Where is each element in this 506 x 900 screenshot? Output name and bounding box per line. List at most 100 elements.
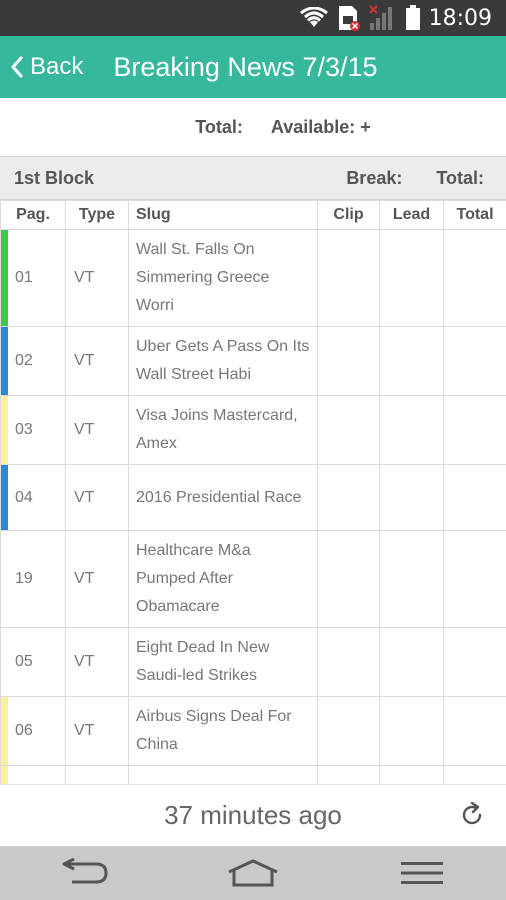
cell-slug: Uber Gets A Pass On Its Wall Street Habi — [128, 326, 318, 396]
cell-pag: 05 — [0, 627, 66, 697]
pag-value: 03 — [15, 421, 33, 438]
status-stripe — [1, 697, 8, 765]
status-stripe — [1, 230, 8, 326]
table-row[interactable]: 19 VT Healthcare M&a Pumped After Obamacar… — [0, 530, 506, 628]
cell-type: VT — [65, 530, 129, 628]
cell-type: VT — [65, 229, 129, 327]
cell-lead — [379, 530, 444, 628]
nav-home-button[interactable] — [203, 846, 303, 900]
cell-type: VT — [65, 464, 129, 531]
table-row[interactable]: 02 VT Uber Gets A Pass On Its Wall Street … — [0, 326, 506, 396]
cell-pag: 07 — [0, 765, 66, 784]
cell-pag: 02 — [0, 326, 66, 396]
status-stripe — [1, 465, 8, 530]
footer: 37 minutes ago — [0, 784, 506, 846]
totals-summary: Total: Available: + — [0, 98, 506, 156]
pag-value: 01 — [15, 269, 33, 286]
cell-lead — [379, 326, 444, 396]
total-label: Total: — [195, 116, 243, 137]
refresh-icon[interactable] — [458, 801, 486, 829]
column-header-clip: Clip — [317, 200, 380, 230]
block-total-label: Total: — [436, 167, 484, 188]
table-row[interactable]: 05 VT Eight Dead In New Saudi-led Strikes — [0, 627, 506, 697]
cell-clip — [317, 696, 380, 766]
table-row[interactable]: 04 VT 2016 Presidential Race — [0, 464, 506, 531]
cell-clip — [317, 627, 380, 697]
column-header-lead: Lead — [379, 200, 444, 230]
cell-total — [443, 627, 506, 697]
cell-slug: Wall St. Falls On Simmering Greece Worri — [128, 229, 318, 327]
clock: 18:09 — [428, 5, 492, 31]
nav-menu-button[interactable] — [372, 846, 472, 900]
cell-total — [443, 464, 506, 531]
cell-total — [443, 530, 506, 628]
sim-icon — [338, 6, 360, 31]
cell-clip — [317, 765, 380, 784]
wifi-icon — [299, 7, 328, 27]
available-label: Available: + — [270, 116, 371, 137]
cell-clip — [317, 530, 380, 628]
cell-type: VT — [65, 765, 129, 784]
pag-value: 02 — [15, 352, 33, 369]
cell-clip — [317, 464, 380, 531]
back-label: Back — [30, 53, 84, 80]
cell-slug: Brazil Investigates 15 — [128, 765, 318, 784]
pag-value: 19 — [15, 570, 33, 587]
cell-clip — [317, 229, 380, 327]
signal-icon — [368, 5, 392, 30]
cell-pag: 19 — [0, 530, 66, 628]
app-bar: Back Breaking News 7/3/15 — [0, 36, 506, 98]
rundown-table-container[interactable]: Pag. Type Slug Clip Lead Total 01 VT Wall … — [0, 200, 506, 784]
table-row[interactable]: 07VTBrazil Investigates 15 — [0, 765, 506, 784]
back-button[interactable]: Back — [0, 36, 83, 98]
last-updated-text: 37 minutes ago — [164, 800, 342, 830]
cell-lead — [379, 395, 444, 465]
cell-lead — [379, 229, 444, 327]
cell-pag: 04 — [0, 464, 66, 531]
cell-clip — [317, 395, 380, 465]
cell-slug: Airbus Signs Deal For China — [128, 696, 318, 766]
block-name: 1st Block — [14, 167, 95, 188]
cell-clip — [317, 326, 380, 396]
battery-icon — [405, 5, 420, 30]
block-header[interactable]: 1st Block Break: Total: — [0, 156, 506, 200]
table-row[interactable]: 01 VT Wall St. Falls On Simmering Greece W… — [0, 229, 506, 327]
cell-slug: Healthcare M&a Pumped After Obamacare — [128, 530, 318, 628]
cell-total — [443, 395, 506, 465]
column-header-slug: Slug — [128, 200, 318, 230]
cell-type: VT — [65, 696, 129, 766]
status-stripe — [1, 396, 8, 464]
rundown-table: Pag. Type Slug Clip Lead Total 01 VT Wall … — [0, 200, 506, 784]
chevron-left-icon — [11, 56, 23, 78]
cell-type: VT — [65, 627, 129, 697]
cell-lead — [379, 696, 444, 766]
status-stripe — [1, 327, 8, 395]
block-break-label: Break: — [346, 167, 403, 188]
column-header-pag: Pag. — [0, 200, 66, 230]
menu-nav-icon — [400, 862, 443, 884]
pag-value: 05 — [15, 653, 33, 670]
cell-total — [443, 229, 506, 327]
cell-type: VT — [65, 395, 129, 465]
cell-lead — [379, 627, 444, 697]
pag-value: 04 — [15, 488, 33, 506]
nav-back-button[interactable] — [34, 846, 134, 900]
system-nav-bar — [0, 846, 506, 900]
cell-lead — [379, 464, 444, 531]
cell-pag: 01 — [0, 229, 66, 327]
cell-total — [443, 326, 506, 396]
cell-slug: Visa Joins Mastercard, Amex — [128, 395, 318, 465]
home-nav-icon — [228, 859, 278, 887]
page-title: Breaking News 7/3/15 — [113, 51, 378, 82]
table-header-row: Pag. Type Slug Clip Lead Total — [0, 200, 506, 230]
cell-slug: 2016 Presidential Race — [128, 464, 318, 531]
table-row[interactable]: 03 VT Visa Joins Mastercard, Amex — [0, 395, 506, 465]
table-row[interactable]: 06 VT Airbus Signs Deal For China — [0, 696, 506, 766]
column-header-total: Total — [443, 200, 506, 230]
status-stripe — [1, 766, 8, 784]
cell-slug: Eight Dead In New Saudi-led Strikes — [128, 627, 318, 697]
cell-pag: 06 — [0, 696, 66, 766]
cell-pag: 03 — [0, 395, 66, 465]
pag-value: 06 — [15, 722, 33, 739]
cell-total — [443, 696, 506, 766]
